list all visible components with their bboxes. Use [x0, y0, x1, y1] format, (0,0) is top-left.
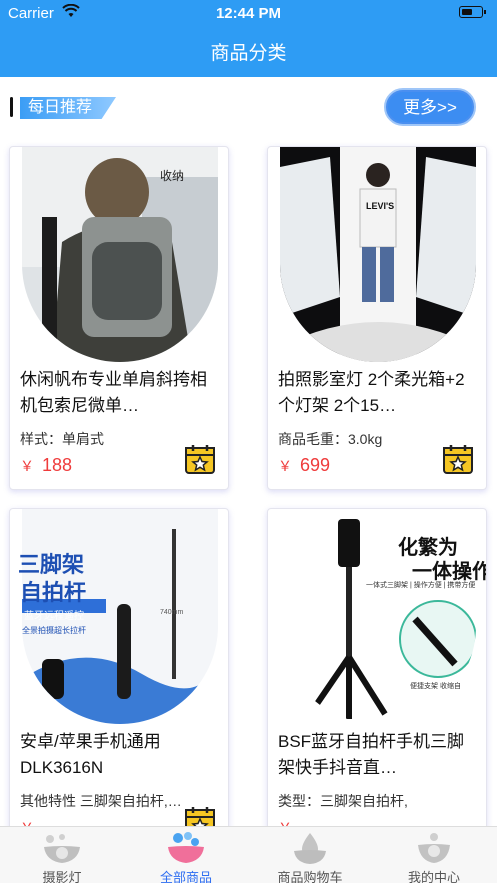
- tab-label: 商品购物车: [277, 870, 343, 883]
- product-image: [22, 147, 218, 362]
- calendar-star-icon[interactable]: [184, 443, 216, 475]
- app-header: Carrier 12:44 PM 商品分类: [0, 0, 497, 77]
- status-bar: Carrier 12:44 PM: [0, 0, 497, 26]
- tab-cart[interactable]: 商品购物车: [248, 827, 372, 883]
- page-title: 商品分类: [210, 43, 287, 64]
- image-text: 一体式三脚架 | 操作方便 | 携带方便: [366, 582, 476, 589]
- image-caption: 收纳: [160, 169, 185, 183]
- product-price: ￥ 699: [278, 455, 331, 475]
- tab-label: 全部商品: [159, 870, 212, 883]
- product-name: 拍照影室灯 2个柔光箱+2个灯架 2个15…: [278, 370, 465, 415]
- product-spec: 类型：三脚架自拍杆,: [278, 793, 408, 809]
- tab-my-center[interactable]: 我的中心: [372, 827, 496, 883]
- tab-all-products[interactable]: 全部商品: [124, 827, 248, 883]
- product-name: 休闲帆布专业单肩斜挎相机包索尼微单…: [20, 370, 207, 415]
- image-text: 自拍杆: [20, 580, 87, 605]
- product-name: 安卓/苹果手机通用 DLK3616N: [20, 732, 161, 777]
- more-button[interactable]: 更多>>: [384, 88, 476, 126]
- profile-icon: [418, 833, 450, 863]
- tab-label: 摄影灯: [42, 870, 82, 883]
- product-price: ￥ 188: [20, 455, 73, 475]
- daily-recommend-header: 每日推荐 更多>>: [0, 88, 497, 128]
- bowl-icon: [44, 834, 80, 863]
- calendar-star-icon[interactable]: [442, 443, 474, 475]
- image-text: 740mm: [160, 609, 184, 616]
- clock: 12:44 PM: [215, 5, 282, 22]
- bubbles-bowl-icon: [168, 832, 204, 863]
- image-text: 蓝牙远程遥控: [24, 611, 84, 622]
- image-text: 便捷支架 收缩自: [410, 683, 461, 690]
- cart-drop-icon: [294, 833, 326, 864]
- section-title: 每日推荐: [20, 97, 116, 119]
- tab-bar: 摄影灯 全部商品 商品购物车 我的中心: [0, 826, 497, 883]
- product-card[interactable]: 收纳 休闲帆布专业单肩斜挎相机包索尼微单… 样式：单肩式 ￥ 188: [9, 146, 229, 490]
- tab-photography-light[interactable]: 摄影灯: [0, 827, 124, 883]
- battery-icon: [459, 6, 486, 18]
- tab-label: 我的中心: [407, 870, 460, 883]
- product-card[interactable]: 化繁为 一体操作 一体式三脚架 | 操作方便 | 携带方便 便捷支架 收缩自 B…: [267, 508, 487, 852]
- product-image: [280, 147, 476, 362]
- product-card[interactable]: LEVI'S 拍照影室灯 2个柔光箱+2个灯架 2个15… 商品毛重：3.0kg…: [267, 146, 487, 490]
- product-name: BSF蓝牙自拍杆手机三脚架快手抖音直…: [278, 732, 465, 777]
- image-text: 全景拍摄超长拉杆: [22, 626, 86, 635]
- image-caption: LEVI'S: [366, 201, 395, 211]
- section-marker: [10, 97, 13, 117]
- product-card[interactable]: 三脚架 自拍杆 蓝牙远程遥控 全景拍摄超长拉杆 740mm 安卓/苹果手机通用 …: [9, 508, 229, 852]
